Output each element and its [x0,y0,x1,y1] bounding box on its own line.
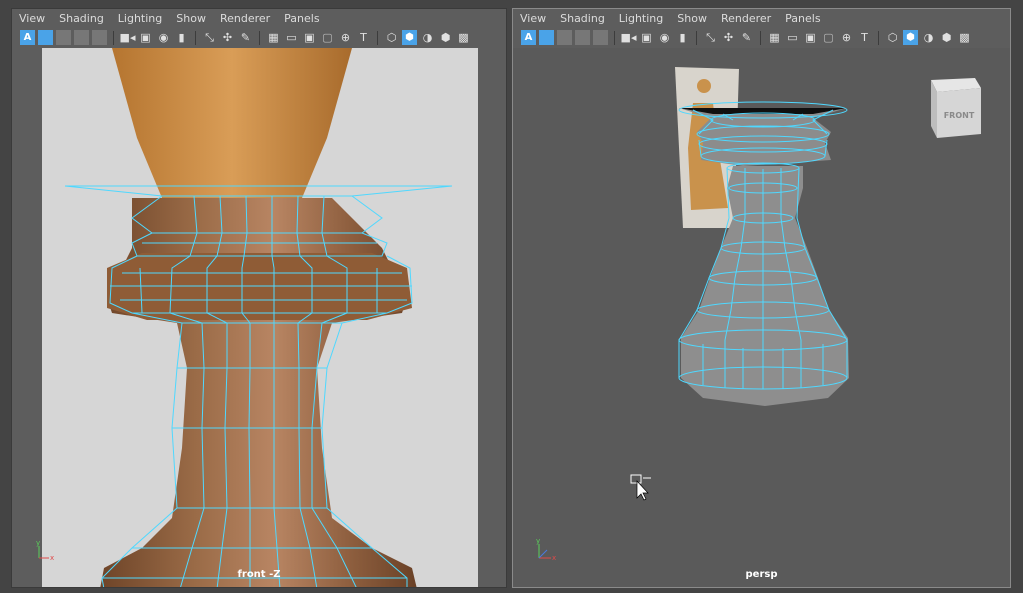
grid-icon[interactable]: ▦ [767,30,782,45]
menu-panels[interactable]: Panels [277,12,326,25]
lights-icon[interactable] [92,30,107,45]
wireframe-box-icon[interactable] [56,30,71,45]
viewport-panel-persp[interactable]: View Shading Lighting Show Renderer Pane… [512,8,1011,588]
toolbar-separator [195,30,196,45]
toolbar-separator [377,30,378,45]
panel-menu-bar: View Shading Lighting Show Renderer Pane… [513,9,1010,28]
front-view-scene: y x [12,48,506,587]
bookmark-camera-icon[interactable]: ▣ [639,30,654,45]
snap-icon[interactable]: ⤡ [202,30,217,45]
shaded-cube-icon[interactable]: ⬢ [903,30,918,45]
menu-panels[interactable]: Panels [778,12,827,25]
resolution-gate-icon[interactable]: ▣ [302,30,317,45]
shaded-cube-icon[interactable]: ⬢ [402,30,417,45]
film-camera-icon[interactable]: ◉ [657,30,672,45]
panel-toolbar: A ■◂ ▣ ◉ ▮ ⤡ ✣ ✎ ▦ ▭ ▣ ▢ ⊕ T ⬡ ⬢ ◑ ⬢ ▩ [12,28,506,47]
axis-gizmo-persp: y x [536,537,556,562]
safe-area-icon[interactable]: ▢ [821,30,836,45]
menu-view[interactable]: View [513,12,553,25]
safe-area-icon[interactable]: ▢ [320,30,335,45]
menu-lighting[interactable]: Lighting [612,12,670,25]
pivot-icon[interactable]: ✣ [721,30,736,45]
svg-text:y: y [536,537,540,545]
viewport-margin-left [12,48,42,587]
smooth-icon[interactable] [74,30,89,45]
snap-icon[interactable]: ⤡ [703,30,718,45]
bookmark-icon[interactable]: ▮ [174,30,189,45]
smooth-icon[interactable] [575,30,590,45]
field-chart-icon[interactable]: ⊕ [338,30,353,45]
text-icon[interactable]: T [857,30,872,45]
frame-icon[interactable] [539,30,554,45]
viewport-margin-right [478,48,506,587]
viewport-front[interactable]: y x front -Z [12,48,506,587]
menu-shading[interactable]: Shading [553,12,612,25]
film-gate-icon[interactable]: ▭ [284,30,299,45]
camera-icon[interactable]: ■◂ [120,30,136,45]
lights-icon[interactable] [593,30,608,45]
wireframe-box-icon[interactable] [557,30,572,45]
svg-text:x: x [50,554,54,562]
menu-renderer[interactable]: Renderer [714,12,778,25]
menu-view[interactable]: View [12,12,52,25]
mouse-cursor [630,474,651,501]
paint-icon[interactable]: ✎ [739,30,754,45]
camera-icon[interactable]: ■◂ [621,30,637,45]
bookmark-icon[interactable]: ▮ [675,30,690,45]
viewport-panel-front[interactable]: View Shading Lighting Show Renderer Pane… [11,8,507,588]
toolbar-separator [113,30,114,45]
grid-icon[interactable]: ▦ [266,30,281,45]
resolution-gate-icon[interactable]: ▣ [803,30,818,45]
camera-label-front: front -Z [237,569,281,580]
wireframe-cube-icon[interactable]: ⬡ [384,30,399,45]
textured-cube-icon[interactable]: ⬢ [438,30,453,45]
toolbar-separator [614,30,615,45]
checker-icon[interactable]: ▩ [957,30,972,45]
menu-show[interactable]: Show [670,12,714,25]
film-camera-icon[interactable]: ◉ [156,30,171,45]
film-gate-icon[interactable]: ▭ [785,30,800,45]
toolbar-separator [878,30,879,45]
panel-divider [1011,8,1023,588]
svg-text:x: x [552,554,556,562]
wireframe-cube-icon[interactable]: ⬡ [885,30,900,45]
view-cube-label: FRONT [944,111,975,120]
menu-lighting[interactable]: Lighting [111,12,169,25]
panel-menu-bar: View Shading Lighting Show Renderer Pane… [12,9,506,28]
select-camera-icon[interactable]: A [20,30,35,45]
paint-icon[interactable]: ✎ [238,30,253,45]
camera-label-persp: persp [745,569,778,580]
pivot-icon[interactable]: ✣ [220,30,235,45]
persp-view-scene: FRONT y x [536,67,981,562]
field-chart-icon[interactable]: ⊕ [839,30,854,45]
lighting-sphere-icon[interactable]: ◑ [420,30,435,45]
panel-toolbar: A ■◂ ▣ ◉ ▮ ⤡ ✣ ✎ ▦ ▭ ▣ ▢ ⊕ T ⬡ ⬢ ◑ ⬢ ▩ [513,28,1010,47]
lighting-sphere-icon[interactable]: ◑ [921,30,936,45]
textured-cube-icon[interactable]: ⬢ [939,30,954,45]
bookmark-camera-icon[interactable]: ▣ [138,30,153,45]
reference-image-top [112,48,352,198]
frame-icon[interactable] [38,30,53,45]
toolbar-separator [696,30,697,45]
menu-show[interactable]: Show [169,12,213,25]
menu-renderer[interactable]: Renderer [213,12,277,25]
checker-icon[interactable]: ▩ [456,30,471,45]
viewport-persp[interactable]: FRONT y x persp [513,48,1010,587]
text-icon[interactable]: T [356,30,371,45]
svg-text:y: y [36,539,40,547]
toolbar-separator [760,30,761,45]
menu-shading[interactable]: Shading [52,12,111,25]
select-camera-icon[interactable]: A [521,30,536,45]
view-cube[interactable] [931,78,981,138]
toolbar-separator [259,30,260,45]
